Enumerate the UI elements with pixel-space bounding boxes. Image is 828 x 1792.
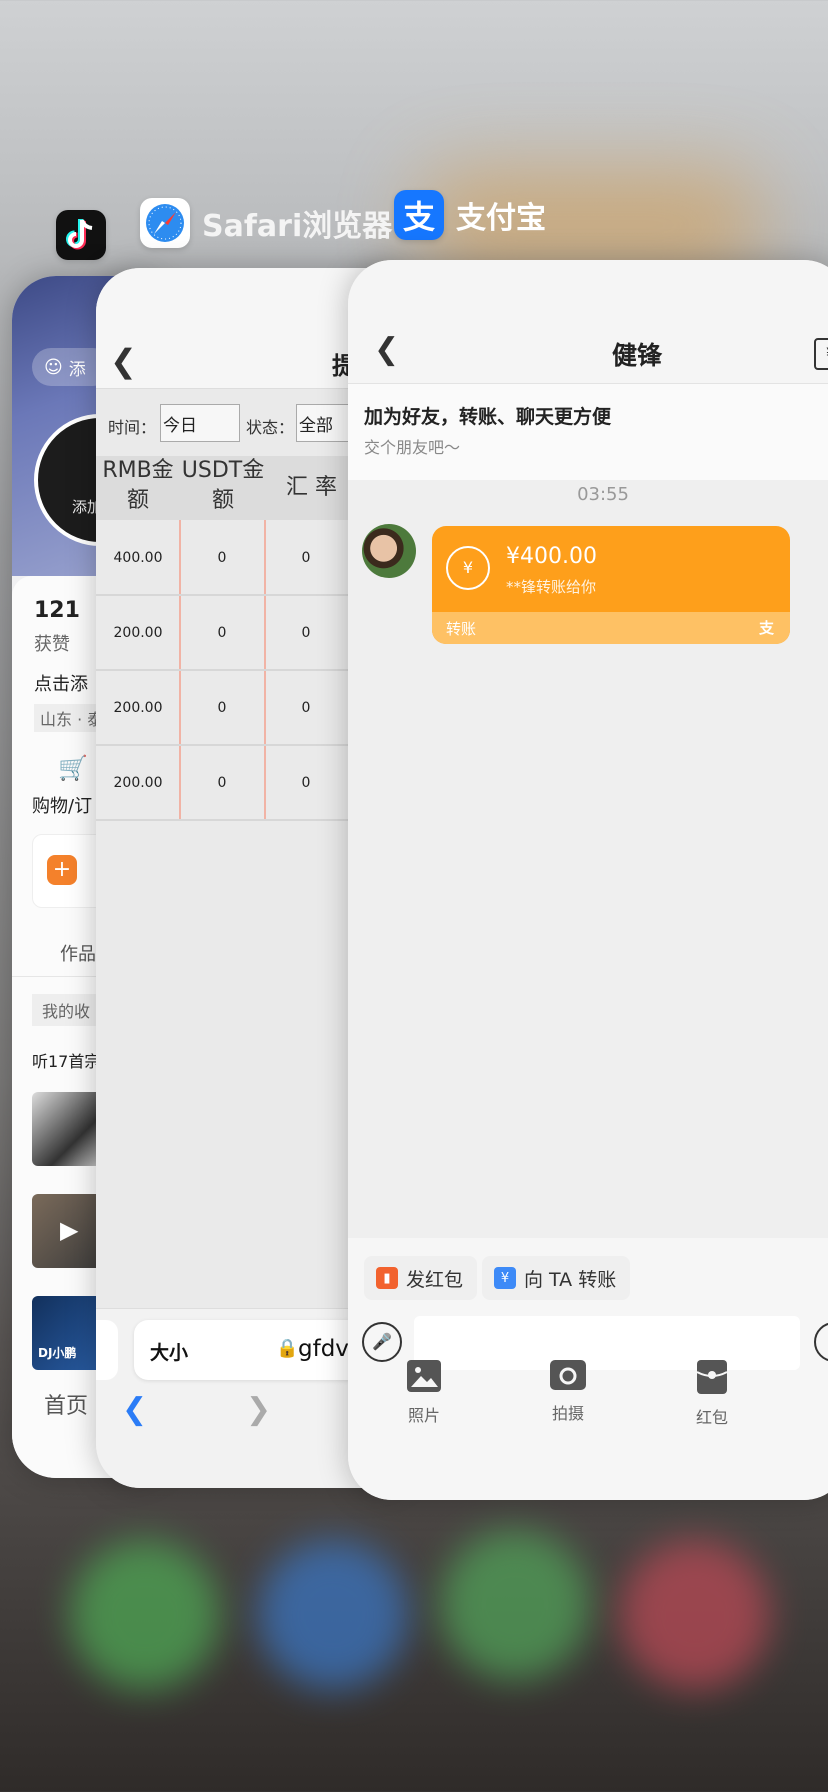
add-user-icon: ☺ bbox=[44, 356, 63, 378]
tool-red-packet[interactable]: 红包 bbox=[672, 1360, 752, 1428]
app-label-alipay[interactable]: 支 支付宝 bbox=[394, 190, 546, 240]
voice-input-button[interactable]: 🎤 bbox=[362, 1322, 402, 1362]
alipay-icon-glyph: 支 bbox=[402, 198, 435, 236]
send-red-packet-chip[interactable]: ▮ 发红包 bbox=[364, 1256, 478, 1300]
transfer-note: **锋转账给你 bbox=[506, 578, 597, 596]
banner-subtitle: 交个朋友吧～ bbox=[364, 438, 461, 457]
playlist-title: 听17首宗 bbox=[32, 1052, 101, 1071]
transfer-to-ta-chip[interactable]: ¥ 向 TA 转账 bbox=[482, 1256, 631, 1300]
app-name-safari: Safari浏览器 bbox=[202, 209, 393, 244]
address-text: gfdvi bbox=[298, 1336, 356, 1362]
table-cell: 0 bbox=[301, 700, 311, 716]
table-cell: 0 bbox=[301, 625, 311, 641]
bill-icon[interactable]: ¥ bbox=[814, 338, 828, 370]
text-size-button[interactable]: 大小 bbox=[150, 1338, 188, 1365]
transfer-message-bubble[interactable]: ¥ ¥400.00 **锋转账给你 转账 支 bbox=[432, 526, 790, 644]
banner-title: 加为好友，转账、聊天更方便 bbox=[364, 406, 612, 428]
tab-works[interactable]: 作品 bbox=[60, 940, 96, 966]
back-chevron-icon[interactable]: ❮ bbox=[110, 342, 137, 380]
table-cell: 0 bbox=[217, 550, 227, 566]
table-cell: 0 bbox=[217, 775, 227, 791]
table-cell: 400.00 bbox=[113, 550, 163, 566]
transfer-icon: ¥ bbox=[494, 1267, 516, 1289]
thumbnail-caption: DJ小鹏 bbox=[38, 1346, 77, 1360]
back-button[interactable]: ❮ bbox=[122, 1392, 147, 1427]
column-header-line: 额 bbox=[126, 488, 149, 513]
filter-status-value: 全部 bbox=[299, 416, 333, 436]
chip-label: 向 TA 转账 bbox=[524, 1268, 617, 1291]
app-name-alipay: 支付宝 bbox=[456, 201, 546, 236]
app-card-alipay[interactable]: ❮ 健锋 ¥ 加为好友，转账、聊天更方便 交个朋友吧～ 03:55 ¥ ¥400… bbox=[348, 260, 828, 1500]
filter-time-select[interactable]: 今日 bbox=[160, 404, 240, 442]
chat-header bbox=[348, 260, 828, 384]
douyin-icon bbox=[56, 210, 106, 260]
homescreen-icon-blur bbox=[258, 1540, 408, 1690]
tool-camera[interactable]: 拍摄 bbox=[528, 1360, 608, 1424]
tool-label: 照片 bbox=[407, 1406, 440, 1425]
homescreen-icon-blur bbox=[440, 1530, 590, 1680]
table-cell: 200.00 bbox=[113, 775, 163, 791]
filter-time-value: 今日 bbox=[163, 416, 197, 436]
homescreen-icon-blur bbox=[70, 1540, 220, 1690]
photo-icon bbox=[407, 1360, 441, 1392]
tool-photo[interactable]: 照片 bbox=[384, 1360, 464, 1426]
play-icon: ▶ bbox=[60, 1216, 79, 1244]
transfer-footer: 转账 支 bbox=[432, 612, 790, 644]
chat-input-area: ▮ 发红包 ¥ 向 TA 转账 🎤 照片 拍摄 红包 bbox=[348, 1238, 828, 1500]
likes-count: 121 bbox=[34, 598, 80, 623]
tool-label: 红包 bbox=[695, 1408, 728, 1427]
add-friend-label: 添 bbox=[68, 359, 86, 380]
table-cell: 200.00 bbox=[113, 625, 163, 641]
tab-home[interactable]: 首页 bbox=[44, 1388, 88, 1420]
column-header-line: 额 bbox=[211, 488, 234, 513]
back-chevron-icon[interactable]: ❮ bbox=[374, 332, 399, 367]
homescreen-icon-blur bbox=[620, 1540, 770, 1690]
likes-label: 获赞 bbox=[34, 634, 70, 655]
alipay-logo-icon: 支 bbox=[758, 619, 774, 637]
table-cell: 0 bbox=[217, 625, 227, 641]
chip-label: 发红包 bbox=[406, 1268, 464, 1291]
favorites-label[interactable]: 我的收 bbox=[32, 994, 101, 1026]
tool-label: 拍摄 bbox=[551, 1404, 584, 1423]
column-header-rmb: RMB金 额 bbox=[96, 456, 180, 520]
forward-button[interactable]: ❯ bbox=[246, 1392, 271, 1427]
transfer-icon: ¥ bbox=[446, 546, 490, 590]
message-timestamp: 03:55 bbox=[577, 484, 629, 505]
transfer-amount: ¥400.00 bbox=[506, 544, 597, 569]
add-friend-banner[interactable]: 加为好友，转账、聊天更方便 交个朋友吧～ bbox=[348, 384, 828, 480]
table-cell: 0 bbox=[217, 700, 227, 716]
column-header-line: USDT金 bbox=[181, 458, 265, 483]
safari-compass-icon bbox=[140, 198, 190, 248]
table-cell: 200.00 bbox=[113, 700, 163, 716]
emoji-button[interactable] bbox=[814, 1322, 828, 1362]
lock-icon: 🔒 bbox=[276, 1338, 299, 1359]
cart-icon: 🛒 bbox=[58, 754, 88, 782]
transfer-footer-label: 转账 bbox=[446, 620, 477, 638]
app-label-douyin[interactable] bbox=[56, 210, 106, 260]
red-packet-icon: ▮ bbox=[376, 1267, 398, 1289]
filter-time-label: 时间： bbox=[108, 418, 157, 437]
column-header-line: 汇 率 bbox=[286, 475, 337, 500]
plus-badge-icon: + bbox=[47, 855, 77, 885]
avatar[interactable] bbox=[362, 524, 416, 578]
table-cell: 0 bbox=[301, 775, 311, 791]
alipay-icon: 支 bbox=[394, 190, 444, 240]
shop-orders-label[interactable]: 购物/订 bbox=[32, 792, 92, 818]
previous-tab-pill[interactable] bbox=[96, 1320, 118, 1380]
table-cell: 0 bbox=[301, 550, 311, 566]
column-header-line: RMB金 bbox=[102, 458, 174, 483]
chat-title: 健锋 bbox=[612, 341, 663, 370]
red-packet-icon bbox=[696, 1360, 728, 1394]
bio-prompt[interactable]: 点击添 bbox=[34, 670, 88, 696]
filter-status-label: 状态： bbox=[246, 418, 295, 437]
app-label-safari[interactable]: Safari浏览器 bbox=[140, 198, 392, 248]
camera-icon bbox=[550, 1360, 586, 1390]
column-header-usdt: USDT金 额 bbox=[180, 456, 266, 520]
